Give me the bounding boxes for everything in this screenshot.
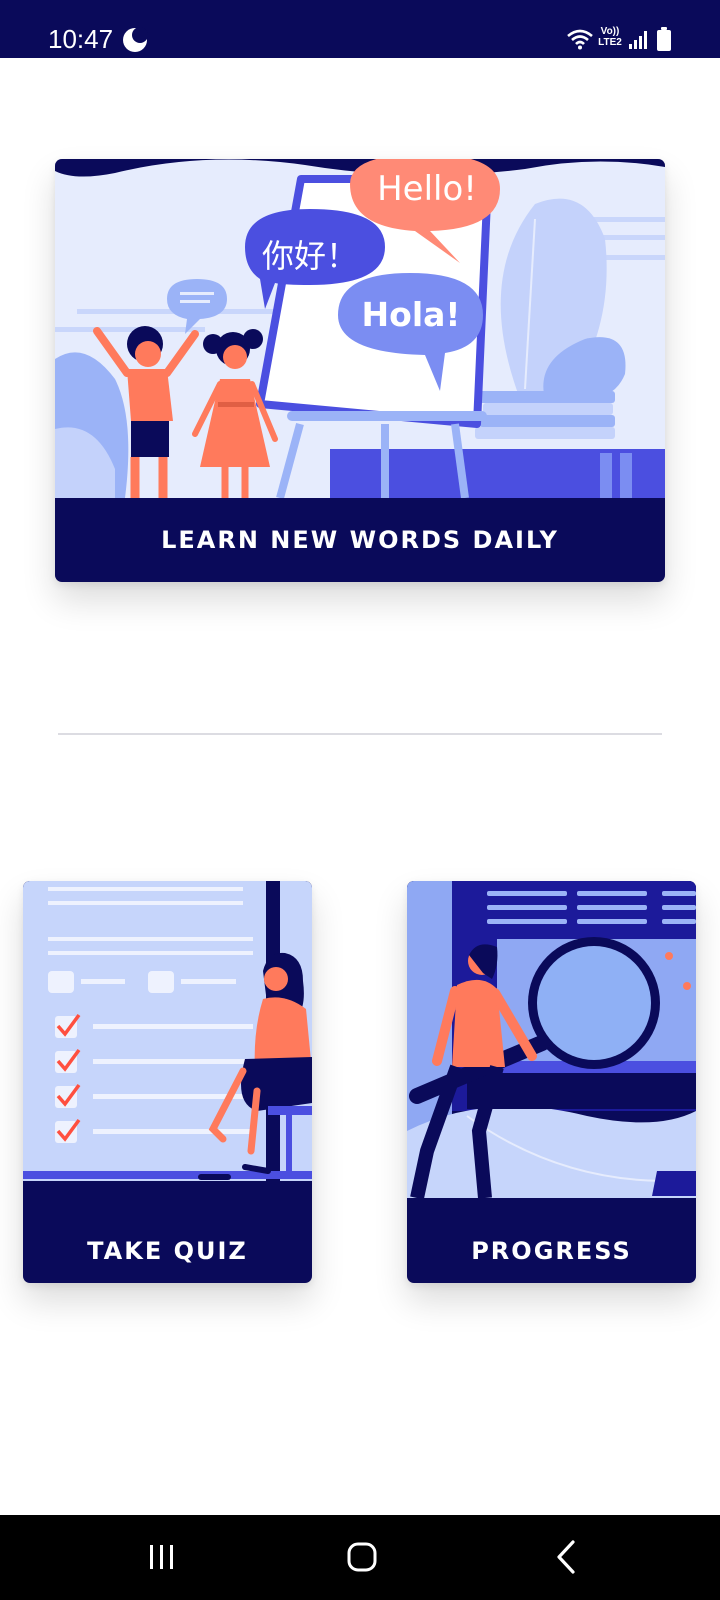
spanish-hello-bubble: Hola! [362, 295, 461, 334]
moon-icon [123, 27, 148, 52]
navigation-bar [0, 1515, 720, 1600]
learning-illustration: 你好！ Hello! Hola! [55, 159, 665, 498]
section-divider [58, 733, 662, 735]
checkbox-3 [55, 1083, 81, 1108]
status-bar: 10:47 Vo)) LTE2 [0, 0, 720, 58]
learn-new-words-card[interactable]: 你好！ Hello! Hola! LEARN NEW WORDS DAILY [55, 159, 665, 582]
checkbox-2 [55, 1048, 81, 1073]
take-quiz-label: TAKE QUIZ [87, 1237, 248, 1265]
learn-card-label: LEARN NEW WORDS DAILY [161, 526, 559, 554]
back-icon[interactable] [545, 1537, 589, 1577]
lte-label: LTE2 [598, 37, 622, 48]
checkbox-4 [55, 1118, 81, 1143]
progress-card[interactable]: PROGRESS [407, 881, 696, 1283]
english-hello-bubble: Hello! [377, 169, 477, 209]
checkbox-1 [55, 1013, 81, 1038]
take-quiz-card[interactable]: TAKE QUIZ [23, 881, 312, 1283]
signal-icon [629, 31, 647, 49]
chinese-hello-bubble: 你好！ [262, 237, 358, 275]
status-time: 10:47 [48, 24, 114, 54]
recents-icon[interactable] [140, 1537, 184, 1577]
wifi-icon [567, 29, 593, 50]
progress-illustration [407, 881, 696, 1198]
battery-icon [657, 27, 671, 51]
progress-label: PROGRESS [471, 1237, 632, 1265]
volte-indicator: Vo)) LTE2 [595, 26, 625, 48]
home-icon[interactable] [340, 1537, 384, 1577]
volte-label: Vo)) [600, 26, 620, 37]
quiz-illustration [23, 881, 312, 1198]
